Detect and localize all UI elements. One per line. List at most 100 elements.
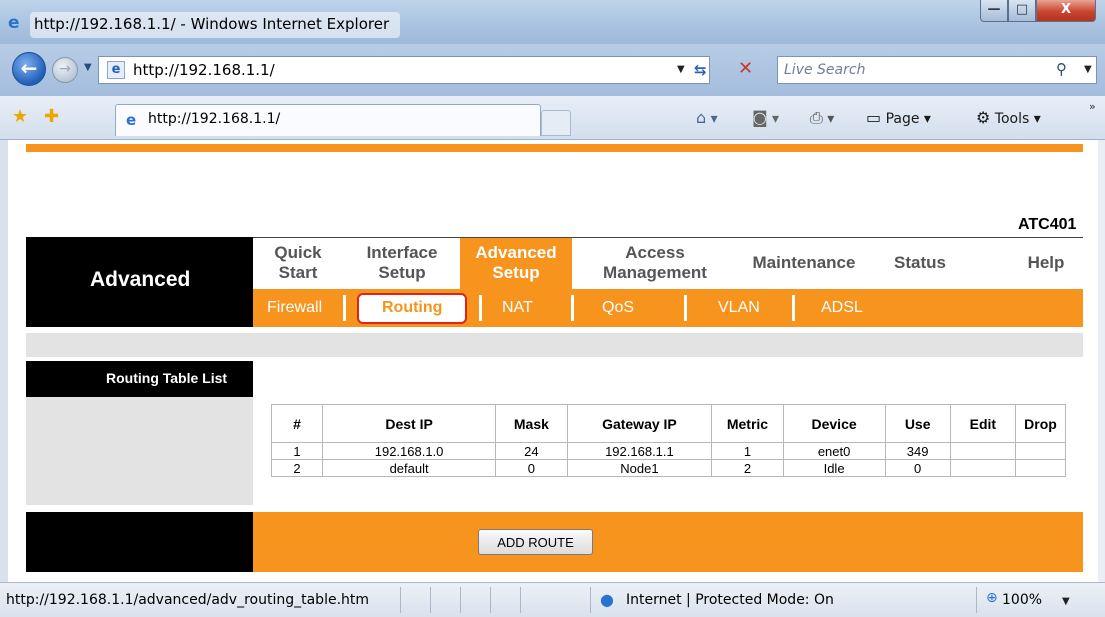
cell-use: 0 (884, 459, 951, 477)
menu-help[interactable]: Help (1006, 238, 1086, 289)
refresh-icon[interactable]: ⇆ (694, 61, 707, 79)
submenu-firewall[interactable]: Firewall (267, 299, 322, 317)
menu-maintenance[interactable]: Maintenance (734, 238, 874, 289)
search-placeholder: Live Search (784, 62, 866, 78)
globe-icon: ● (600, 590, 614, 609)
footer-left-block (26, 512, 253, 572)
home-button[interactable]: ⌂ ▾ (696, 108, 718, 127)
routing-table-title: Routing Table List (106, 370, 228, 386)
submenu-separator (571, 295, 574, 321)
col-header-mask: Mask (495, 404, 568, 443)
cell-mask: 24 (495, 442, 568, 460)
zoom-icon: ⊕ (986, 590, 998, 606)
address-bar[interactable]: e http://192.168.1.1/ ▼ (98, 56, 710, 84)
col-header-gateway-ip: Gateway IP (566, 404, 713, 443)
status-separator (520, 587, 521, 613)
cell-edit[interactable] (949, 459, 1016, 477)
section-title: Advanced (90, 268, 191, 291)
search-dropdown-icon[interactable]: ▼ (1084, 64, 1092, 75)
submenu-separator (479, 295, 482, 321)
favorites-star-icon[interactable]: ★ (12, 106, 28, 127)
page-content: ATC401 Advanced Quick Start Interface Setu… (0, 140, 1105, 582)
cell-index: 2 (271, 459, 323, 477)
cell-dest-ip: default (321, 459, 497, 477)
submenu-bar: Firewall Routing NAT QoS VLAN ADSL (253, 289, 1083, 327)
tab-bar: ★ ✚ e http://192.168.1.1/ ⌂ ▾ ◙ ▾ ⎙ ▾ ▭ … (0, 96, 1105, 140)
menu-status[interactable]: Status (880, 238, 960, 289)
submenu-routing[interactable]: Routing (382, 299, 442, 317)
routing-title-block: Routing Table List (26, 361, 253, 397)
col-header-dest-ip: Dest IP (321, 404, 497, 443)
col-header-device: Device (782, 404, 886, 443)
printer-icon: ⎙ (810, 108, 823, 127)
tab-label: http://192.168.1.1/ (148, 111, 281, 127)
status-separator (590, 587, 591, 613)
feeds-icon: ◙ (752, 108, 768, 127)
add-favorite-icon[interactable]: ✚ (44, 106, 59, 127)
search-icon[interactable]: ⚲ (1056, 60, 1067, 78)
new-tab-button[interactable] (541, 110, 571, 136)
minimize-button[interactable]: — (980, 0, 1008, 22)
feeds-button[interactable]: ◙ ▾ (752, 108, 779, 127)
page-menu-label: Page (885, 111, 920, 127)
section-title-block: Advanced (26, 237, 253, 327)
ie-logo-icon: e (8, 13, 20, 33)
cell-gateway-ip: 192.168.1.1 (566, 442, 713, 460)
page-menu-button[interactable]: ▭ Page ▾ (866, 108, 931, 127)
stop-icon[interactable]: ✕ (738, 58, 753, 79)
back-button[interactable]: ← (12, 52, 46, 86)
col-header-edit: Edit (949, 404, 1016, 443)
spacer-strip (26, 333, 1083, 357)
zoom-level[interactable]: 100% (1002, 592, 1042, 608)
cell-index: 1 (271, 442, 323, 460)
status-bar: http://192.168.1.1/advanced/adv_routing_… (0, 582, 1105, 617)
left-panel-filler (26, 397, 253, 505)
submenu-separator (792, 295, 795, 321)
address-dropdown-icon[interactable]: ▼ (677, 64, 685, 75)
cell-drop[interactable] (1014, 442, 1067, 460)
add-route-button[interactable]: ADD ROUTE (478, 529, 593, 555)
col-header-metric: Metric (711, 404, 784, 443)
address-input[interactable]: http://192.168.1.1/ (133, 61, 275, 79)
cell-edit[interactable] (949, 442, 1016, 460)
status-url: http://192.168.1.1/advanced/adv_routing_… (6, 592, 370, 608)
forward-button[interactable]: → (52, 57, 78, 83)
submenu-separator (684, 295, 687, 321)
menu-interface-setup[interactable]: Interface Setup (348, 238, 456, 289)
cell-use: 349 (884, 442, 951, 460)
menu-access-management[interactable]: Access Management (590, 238, 720, 289)
menu-advanced-setup[interactable]: Advanced Setup (460, 238, 572, 289)
security-zone[interactable]: Internet | Protected Mode: On (626, 592, 834, 608)
menu-quick-start[interactable]: Quick Start (253, 238, 343, 289)
tools-menu-button[interactable]: ⚙ Tools ▾ (976, 108, 1041, 127)
more-chevron-icon[interactable]: » (1089, 100, 1096, 113)
maximize-button[interactable]: □ (1008, 0, 1036, 22)
top-accent-bar (26, 144, 1083, 152)
submenu-nat[interactable]: NAT (502, 299, 533, 317)
recent-pages-dropdown-icon[interactable]: ▼ (84, 62, 92, 73)
submenu-separator (343, 295, 346, 321)
home-icon: ⌂ (696, 108, 707, 127)
submenu-qos[interactable]: QoS (602, 299, 634, 317)
print-button[interactable]: ⎙ ▾ (810, 108, 834, 128)
cell-device: enet0 (782, 442, 886, 460)
submenu-adsl[interactable]: ADSL (821, 299, 863, 317)
search-input[interactable]: Live Search (777, 56, 1097, 84)
cell-drop[interactable] (1014, 459, 1067, 477)
window-title: http://192.168.1.1/ - Windows Internet E… (30, 12, 400, 38)
tab-current[interactable]: e http://192.168.1.1/ (115, 104, 541, 136)
table-header-row: # Dest IP Mask Gateway IP Metric Device … (271, 404, 1067, 443)
col-header-use: Use (884, 404, 951, 443)
status-separator (976, 587, 977, 613)
cell-device: Idle (782, 459, 886, 477)
vertical-scrollbar[interactable] (1098, 140, 1105, 582)
close-button[interactable]: X (1036, 0, 1096, 22)
navigation-bar: ← → ▼ e http://192.168.1.1/ ▼ ⇆ ✕ Live S… (0, 44, 1105, 96)
status-separator (400, 587, 401, 613)
col-header-index: # (271, 404, 323, 443)
cell-gateway-ip: Node1 (566, 459, 713, 477)
cell-dest-ip: 192.168.1.0 (321, 442, 497, 460)
zoom-dropdown-icon[interactable]: ▼ (1062, 596, 1070, 607)
submenu-vlan[interactable]: VLAN (718, 299, 760, 317)
status-separator (430, 587, 431, 613)
